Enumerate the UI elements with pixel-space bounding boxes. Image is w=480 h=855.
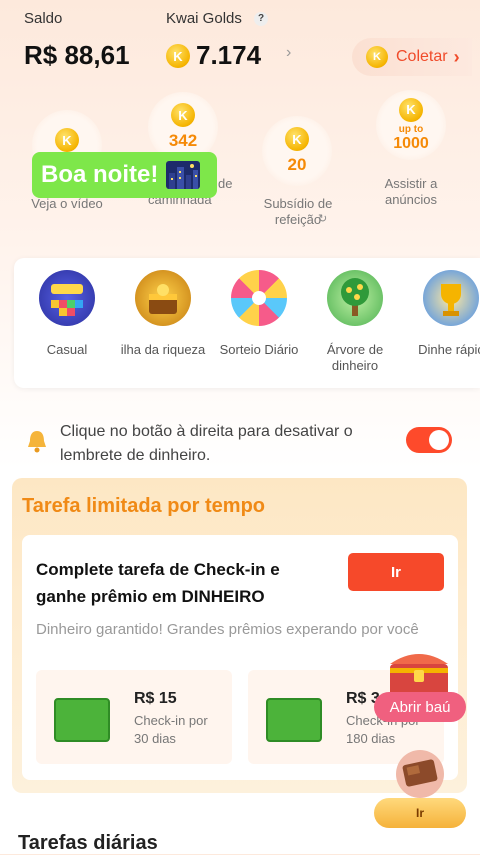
section-title: Tarefa limitada por tempo	[22, 495, 266, 517]
golds-value[interactable]: 7.174	[196, 40, 261, 71]
greeting-badge: Boa noite!	[32, 152, 217, 198]
go-button[interactable]: Ir	[348, 553, 444, 591]
cash-stack-icon	[54, 698, 110, 742]
game-quick-money[interactable]: Dinhe rápic	[406, 270, 480, 358]
reminder-text: Clique no botão à direita para desativar…	[60, 423, 353, 464]
refresh-icon: ↻	[318, 213, 328, 225]
chevron-right-icon[interactable]: ›	[286, 44, 291, 62]
balance-label: Saldo	[24, 10, 63, 27]
balance-value[interactable]: R$ 88,61	[24, 40, 130, 71]
reward-amount: R$ 15	[134, 690, 177, 707]
game-label: ilha da riqueza	[120, 342, 206, 357]
task-label: Subsídio de refeição	[263, 196, 333, 227]
daily-tasks-title: Tarefas diárias	[18, 832, 158, 854]
bell-icon	[28, 431, 46, 453]
hand-coin-icon: K	[366, 46, 388, 68]
game-label: Árvore de dinheiro	[326, 342, 384, 373]
open-chest-button[interactable]: Abrir baú	[374, 692, 466, 722]
game-label: Casual	[46, 342, 88, 357]
k-coin-icon: K	[285, 127, 309, 151]
card-title: Complete tarefa de Check-in e ganhe prêm…	[36, 560, 280, 606]
coin-amount-prefix: up to	[398, 123, 424, 135]
k-coin-icon: K	[171, 103, 195, 127]
treasure-island-icon	[135, 270, 191, 326]
toggle-knob	[429, 430, 449, 450]
coin-amount: 342	[168, 131, 198, 150]
night-city-icon	[166, 161, 201, 189]
games-panel: Casual ilha da riqueza Sorteio Diário Ár…	[14, 258, 480, 388]
task-label: Veja o vídeo	[31, 196, 103, 211]
reward-30-days[interactable]: R$ 15 Check-in por 30 dias	[36, 670, 232, 764]
game-wealth-island[interactable]: ilha da riqueza	[118, 270, 208, 358]
game-money-tree[interactable]: Árvore de dinheiro	[310, 270, 400, 374]
task-meal-subsidy[interactable]: K 20	[262, 116, 332, 186]
game-casual[interactable]: Casual	[22, 270, 112, 358]
greeting-text: Boa noite!	[41, 161, 159, 188]
coin-amount: 20	[287, 155, 307, 174]
trophy-icon	[423, 270, 479, 326]
game-label: Sorteio Diário	[219, 342, 299, 357]
reward-desc: Check-in por 30 dias	[134, 713, 208, 746]
k-coin-icon: K	[399, 97, 423, 122]
card-subtitle: Dinheiro garantido! Grandes prêmios expe…	[36, 621, 419, 638]
chevron-right-icon: ›	[453, 46, 460, 67]
task-label: Assistir a anúncios	[384, 176, 438, 207]
k-coin-icon: K	[55, 128, 79, 152]
coin-amount: 1000	[393, 134, 429, 152]
golds-label: Kwai Golds	[166, 10, 242, 27]
money-tree-icon	[327, 270, 383, 326]
help-icon[interactable]: ?	[254, 12, 268, 26]
collect-button[interactable]: K Coletar ›	[352, 38, 472, 76]
collect-label: Coletar	[396, 48, 448, 65]
game-label: Dinhe rápic	[418, 342, 480, 357]
floating-go-button[interactable]: Ir	[374, 798, 466, 828]
prize-wheel-icon	[231, 270, 287, 326]
reminder-toggle[interactable]	[406, 427, 452, 453]
k-coin-icon: K	[166, 44, 190, 68]
treasure-chest-icon[interactable]	[386, 644, 452, 698]
game-daily-draw[interactable]: Sorteio Diário	[214, 270, 304, 358]
cash-stack-icon	[266, 698, 322, 742]
gift-cookie-icon[interactable]	[388, 746, 452, 798]
task-watch-ads[interactable]: K up to 1000	[376, 90, 446, 160]
blocks-puzzle-icon	[39, 270, 95, 326]
